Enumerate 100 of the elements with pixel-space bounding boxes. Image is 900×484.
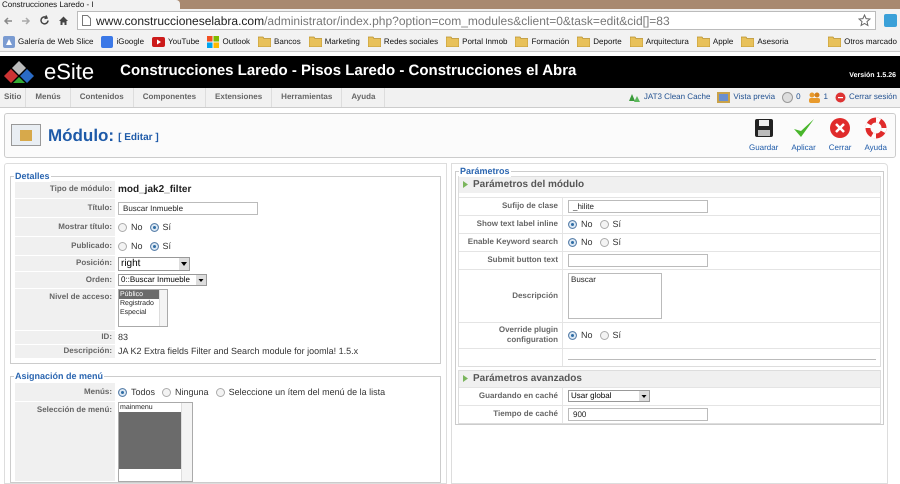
reload-icon[interactable] — [39, 15, 50, 26]
radio-button[interactable] — [600, 238, 609, 247]
menu-item[interactable]: Componentes — [134, 88, 206, 108]
radio-button[interactable] — [600, 220, 609, 229]
bookmark[interactable]: Bancos — [258, 36, 301, 48]
select-dropdown[interactable]: 0::Buscar Inmueble — [118, 274, 207, 286]
toolbar-button[interactable]: Ayuda — [862, 117, 889, 154]
status-link[interactable]: 1 — [808, 91, 828, 104]
position-dropdown[interactable]: right — [118, 256, 190, 271]
status-link[interactable]: Cerrar sesión — [834, 91, 897, 104]
radio-label: Sí — [162, 220, 172, 234]
radio-button[interactable] — [600, 330, 609, 340]
play-icon — [152, 36, 166, 47]
toolbar-button[interactable]: Aplicar — [789, 117, 818, 154]
users-icon — [808, 92, 821, 103]
input-field[interactable] — [568, 254, 708, 267]
radio-button[interactable] — [568, 238, 577, 247]
bookmark[interactable]: Apple — [696, 36, 734, 48]
folder-icon — [630, 36, 643, 48]
menu-item[interactable]: Contenidos — [70, 88, 134, 108]
radio-button[interactable] — [150, 222, 159, 232]
radio-label: No — [581, 328, 593, 342]
menu-item[interactable]: Ayuda — [342, 88, 386, 108]
menu-item[interactable]: Extensiones — [206, 88, 272, 108]
bookmark[interactable]: Portal Inmob — [446, 36, 508, 48]
radio-label: Ninguna — [175, 386, 209, 399]
field-label: Descripción — [511, 290, 558, 301]
windows-icon — [207, 36, 220, 48]
field-label: Show text label inline — [476, 219, 558, 230]
radio-button[interactable] — [568, 330, 577, 340]
forward-arrow-icon[interactable] — [21, 16, 31, 26]
select-dropdown[interactable]: Usar global — [568, 390, 650, 402]
field-label: Tipo de módulo: — [50, 183, 112, 196]
folder-icon — [741, 36, 754, 48]
input-field[interactable]: Buscar Inmueble — [118, 202, 258, 215]
address-bar[interactable]: www.construccioneselabra.com/administrator/index.php?option=com_modules&client=0&task=edit&cid[]=83 — [77, 11, 876, 30]
star-icon[interactable] — [858, 14, 871, 28]
page-title: Módulo: — [48, 124, 114, 147]
radio-button[interactable] — [118, 388, 127, 397]
bookmark[interactable]: Outlook — [207, 36, 250, 48]
bookmark[interactable]: Asesoria — [741, 36, 788, 48]
radio-label: Sí — [612, 218, 622, 231]
input-field[interactable]: 900 — [568, 408, 708, 421]
toolbar-button[interactable]: Guardar — [746, 117, 780, 154]
radio-button[interactable] — [162, 388, 172, 397]
field-value: mod_jak2_filter — [118, 183, 192, 198]
field-label: Tiempo de caché — [492, 409, 558, 420]
field-label: Orden: — [86, 274, 112, 286]
bookmark[interactable]: Arquitectura — [630, 36, 689, 48]
bookmark[interactable]: Deporte — [577, 36, 622, 48]
menu-item[interactable]: Sitio — [0, 88, 26, 108]
folder-icon — [258, 36, 272, 48]
triangle-icon — [463, 375, 468, 382]
status-link[interactable]: Vista previa — [717, 91, 776, 104]
bookmark[interactable]: YouTube — [152, 36, 200, 48]
fieldset-legend: Asignación de menú — [14, 370, 104, 382]
bookmark[interactable]: Redes sociales — [368, 36, 438, 48]
field-label: Título: — [88, 202, 112, 214]
field-label: Selección de menú: — [36, 404, 112, 416]
back-arrow-icon[interactable] — [3, 16, 13, 26]
field-label: Posición: — [76, 257, 112, 270]
menu-item[interactable]: Herramientas — [272, 88, 342, 108]
folder-icon — [828, 36, 842, 48]
section-header[interactable]: Parámetros avanzados — [459, 370, 880, 387]
radio-button[interactable] — [216, 388, 225, 397]
triangle-icon — [463, 181, 468, 188]
bookmark[interactable]: iGoogle — [101, 36, 144, 48]
site-title: Construcciones Laredo - Pisos Laredo - Construcciones el Abra — [120, 61, 576, 82]
radio-label: No — [581, 218, 593, 231]
section-header[interactable]: Parámetros del módulo — [459, 176, 880, 193]
other-bookmarks[interactable]: Otros marcado — [828, 36, 897, 48]
input-field[interactable]: _hilite — [568, 200, 708, 213]
field-value: 83 — [118, 331, 128, 344]
scrollbar[interactable] — [181, 402, 192, 481]
menu-item[interactable]: Menús — [26, 88, 71, 108]
radio-button[interactable] — [118, 242, 127, 251]
radio-label: No — [131, 240, 143, 253]
radio-button[interactable] — [150, 242, 159, 251]
radio-button[interactable] — [118, 222, 127, 232]
scrollbar[interactable] — [159, 290, 167, 326]
bookmark[interactable]: Marketing — [308, 36, 360, 48]
field-label: Override plugin configuration — [498, 325, 558, 346]
checkmark-icon — [792, 117, 816, 140]
bookmark[interactable]: Galería de Web Slice — [3, 36, 94, 48]
field-label: Nivel de acceso: — [49, 290, 112, 303]
page-icon — [82, 15, 91, 26]
bookmark[interactable]: Formación — [515, 36, 570, 48]
home-icon[interactable] — [58, 15, 69, 26]
browser-tab[interactable]: Construcciones Laredo - I — [0, 0, 180, 9]
field-value: JA K2 Extra fields Filter and Search module for joomla! 1.5.x — [118, 345, 358, 358]
toolbar-button[interactable]: Cerrar — [826, 117, 854, 154]
lifebuoy-icon — [864, 117, 887, 140]
field-label: Mostrar título: — [58, 220, 112, 233]
radio-label: No — [131, 220, 143, 234]
url-text: www.construccioneselabra.com/administrator/index.php?option=com_modules&client=0&task=edit&cid[]=83 — [96, 12, 670, 30]
status-link[interactable]: 0 — [782, 91, 801, 104]
status-link[interactable]: JAT3 Clean Cache — [626, 91, 710, 104]
extension-icon[interactable] — [884, 14, 897, 28]
text-area[interactable]: Buscar — [568, 272, 662, 319]
radio-button[interactable] — [568, 220, 577, 229]
